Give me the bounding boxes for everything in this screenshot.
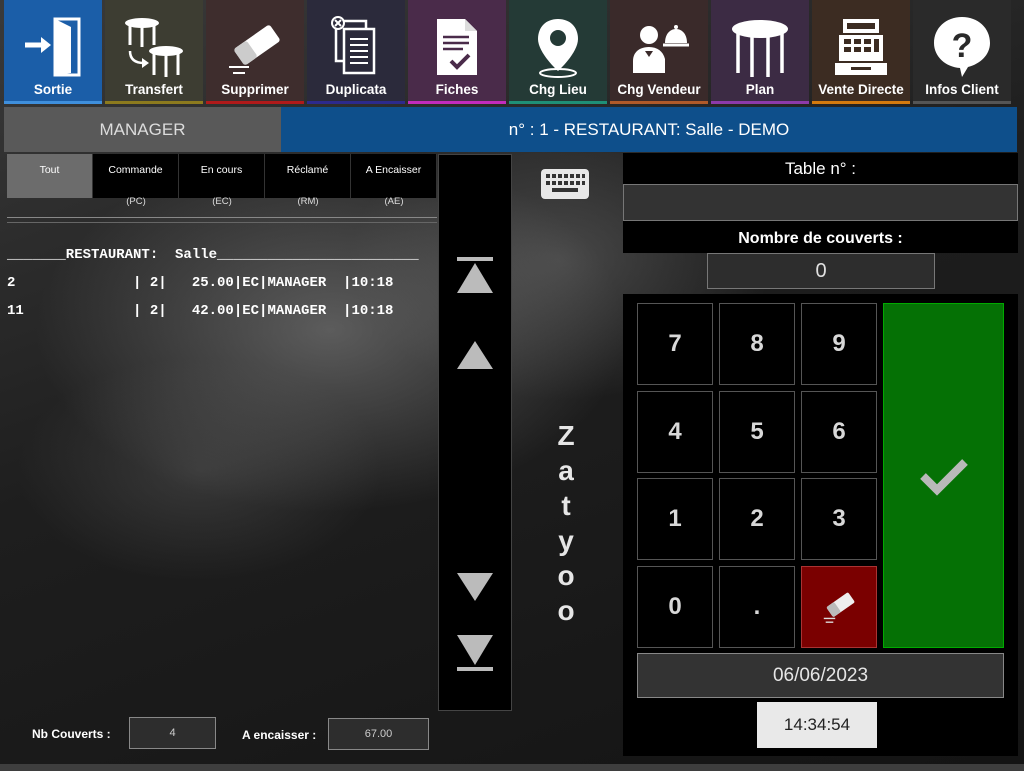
key-5[interactable]: 5 [719,391,795,473]
filter-code-in-progress: (EC) [212,196,232,207]
covers-field[interactable]: 0 [707,253,935,289]
toolbar: Sortie Transfert Supprimer Duplicata Fic… [0,0,1024,104]
filter-code-order: (PC) [126,196,146,207]
exit-label: Sortie [33,82,73,97]
exit-door-icon [21,12,85,82]
change-seller-label: Chg Vendeur [617,82,701,97]
user-tab[interactable]: MANAGER [4,107,281,152]
delete-label: Supprimer [221,82,289,97]
scroll-bottom-icon [457,635,493,671]
brand-letter: a [558,455,574,486]
direct-sale-label: Vente Directe [818,82,904,97]
change-location-button[interactable]: Chg Lieu [509,0,607,104]
delete-button[interactable]: Supprimer [206,0,304,104]
list-item[interactable]: 11 | 2| 42.00|EC|MANAGER |10:18 [7,303,393,319]
eraser-icon [223,12,287,82]
svg-text:?: ? [952,27,973,65]
covers-total-label: Nb Couverts : [32,727,111,741]
key-4[interactable]: 4 [637,391,713,473]
checkmark-icon [919,458,968,496]
filter-codes: (PC) (EC) (RM) (AE) [7,196,437,218]
round-table-icon [728,12,792,82]
tab-all[interactable]: Tout [7,154,93,198]
filter-tabs: Tout Commande En cours Réclamé A Encaiss… [7,154,437,198]
tab-order[interactable]: Commande [93,154,179,198]
scroll-bottom-button[interactable] [457,633,493,673]
duplicate-documents-icon [324,12,388,82]
customer-info-button[interactable]: ? Infos Client [913,0,1011,104]
change-seller-button[interactable]: Chg Vendeur [610,0,708,104]
amount-due-value: 67.00 [328,718,429,750]
table-number-field[interactable] [623,184,1018,221]
tab-claimed[interactable]: Réclamé [265,154,351,198]
transfer-button[interactable]: Transfert [105,0,203,104]
change-location-label: Chg Lieu [529,82,587,97]
table-transfer-icon [122,12,186,82]
numeric-keypad: 7 8 9 4 5 6 1 2 3 0 . 06/06/2023 14:34:5… [623,294,1018,756]
location-banner: n° : 1 - RESTAURANT: Salle - DEMO [281,107,1017,152]
list-item[interactable]: 2 | 2| 25.00|EC|MANAGER |10:18 [7,275,393,291]
erase-button[interactable] [801,566,877,648]
duplicate-label: Duplicata [325,82,387,97]
table-list[interactable]: _______RESTAURANT: Salle________________… [7,222,437,710]
scroll-down-button[interactable] [457,567,493,607]
brand-logo: Z a t y o o [554,418,578,628]
keyboard-icon[interactable] [540,168,590,200]
list-section-header: _______RESTAURANT: Salle________________… [7,247,419,263]
direct-sale-button[interactable]: Vente Directe [812,0,910,104]
plan-label: Plan [745,82,775,97]
key-0[interactable]: 0 [637,566,713,648]
filter-code-claimed: (RM) [297,196,319,207]
signed-document-icon [425,12,489,82]
sheets-label: Fiches [435,82,479,97]
eraser-icon [823,592,855,623]
brand-letter: Z [557,420,575,451]
customer-info-label: Infos Client [925,82,999,97]
scroll-up-icon [457,341,493,369]
table-number-label: Table n° : [623,153,1018,184]
brand-letter: o [557,560,575,591]
scroll-down-icon [457,573,493,601]
filter-code-to-collect: (AE) [384,196,404,207]
scroll-up-button[interactable] [457,335,493,375]
key-2[interactable]: 2 [719,478,795,560]
tab-in-progress[interactable]: En cours [179,154,265,198]
key-7[interactable]: 7 [637,303,713,385]
tab-to-collect[interactable]: A Encaisser [351,154,437,198]
help-question-icon: ? [930,12,994,82]
duplicate-button[interactable]: Duplicata [307,0,405,104]
exit-button[interactable]: Sortie [4,0,102,104]
bottom-bar [0,764,1024,771]
amount-due-label: A encaisser : [242,728,317,742]
plan-button[interactable]: Plan [711,0,809,104]
transfer-label: Transfert [125,82,183,97]
key-1[interactable]: 1 [637,478,713,560]
validate-button[interactable] [883,303,1004,648]
brand-letter: o [557,595,575,626]
cash-register-icon [829,12,893,82]
key-9[interactable]: 9 [801,303,877,385]
key-6[interactable]: 6 [801,391,877,473]
scroll-top-button[interactable] [457,255,493,295]
scroll-controls [438,154,512,711]
time-display: 14:34:54 [757,702,877,748]
key-decimal[interactable]: . [719,566,795,648]
covers-label: Nombre de couverts : [623,227,1018,253]
scroll-top-icon [457,257,493,293]
filter-code-all [7,196,93,217]
key-8[interactable]: 8 [719,303,795,385]
location-pin-icon [526,12,590,82]
key-3[interactable]: 3 [801,478,877,560]
brand-letter: y [558,525,574,556]
covers-total-value: 4 [129,717,216,749]
sheets-button[interactable]: Fiches [408,0,506,104]
waiter-icon [627,12,691,82]
date-display: 06/06/2023 [637,653,1004,698]
brand-letter: t [561,490,571,521]
